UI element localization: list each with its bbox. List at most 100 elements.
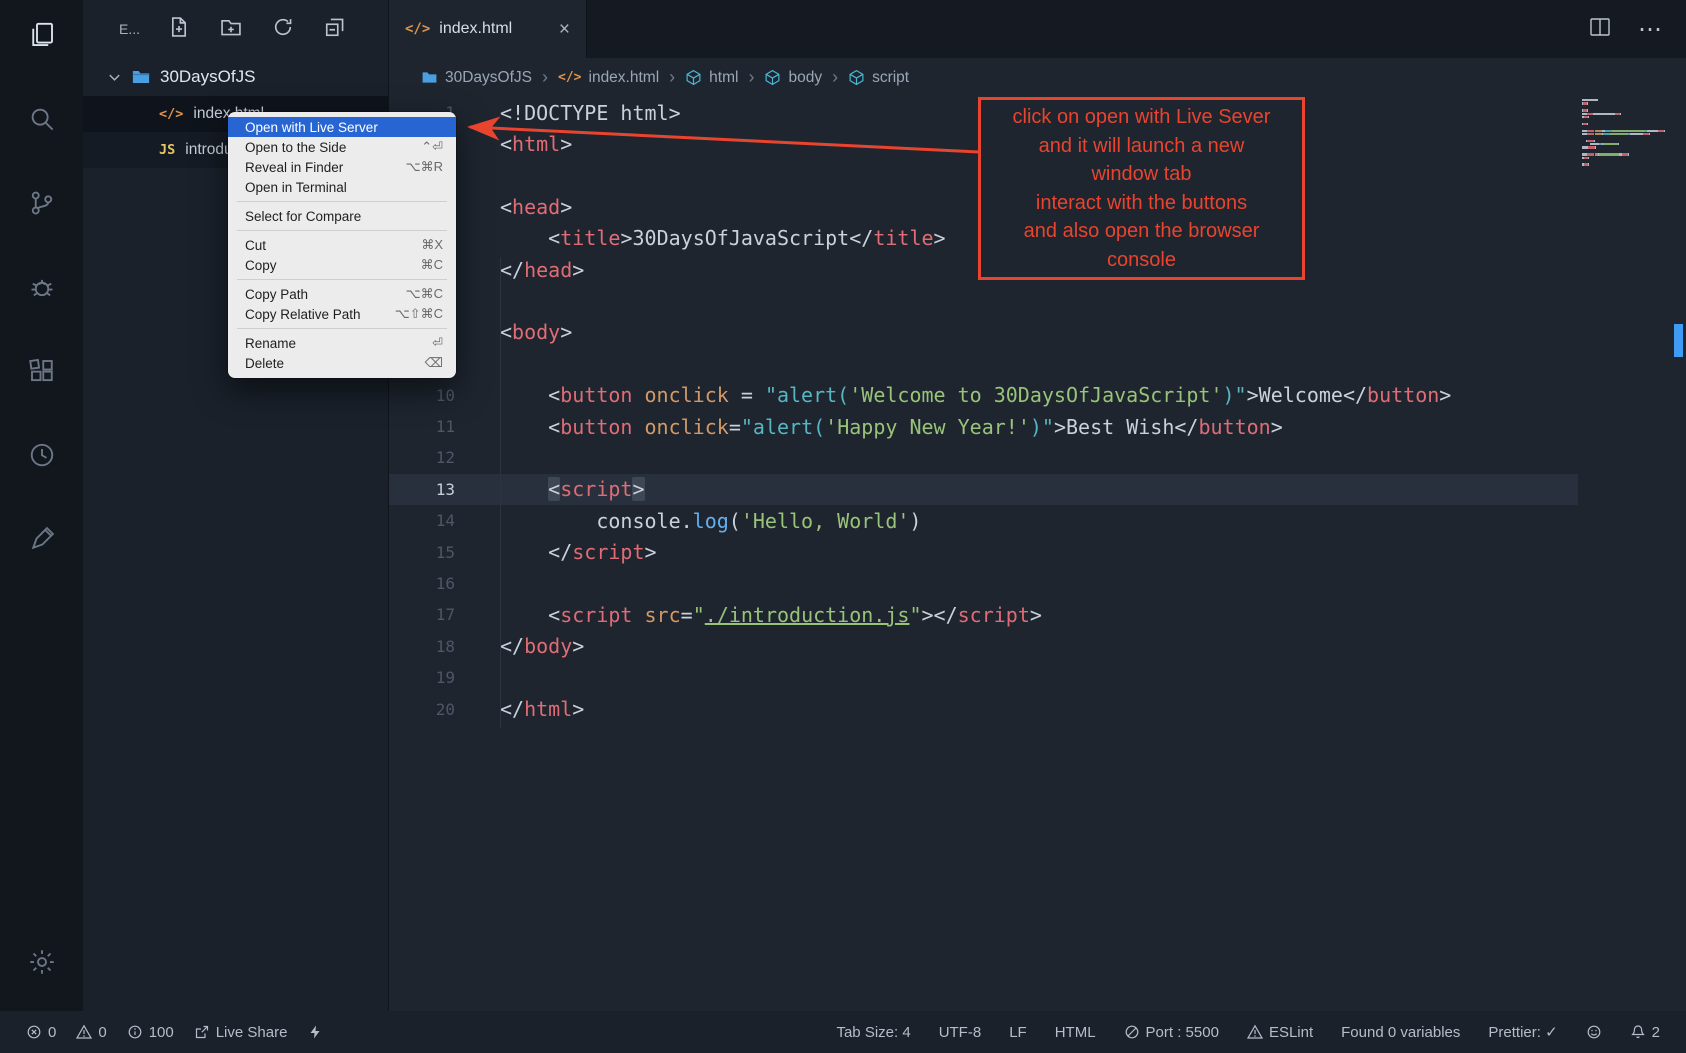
status-label: HTML xyxy=(1055,1024,1096,1041)
status-item-0[interactable]: 0 xyxy=(26,1024,56,1041)
code-token: html xyxy=(524,697,572,721)
more-actions-icon[interactable]: ⋯ xyxy=(1638,15,1664,44)
breadcrumb-item-html[interactable]: html xyxy=(685,69,738,87)
status-item-zap[interactable] xyxy=(307,1024,323,1040)
line-content: <button onclick="alert('Happy New Year!'… xyxy=(455,415,1283,439)
context-menu-item[interactable]: Select for Compare xyxy=(228,206,456,226)
status-item-found-0-variables[interactable]: Found 0 variables xyxy=(1341,1024,1460,1041)
code-token xyxy=(500,477,548,501)
context-menu-item[interactable]: Copy⌘C xyxy=(228,255,456,275)
menu-item-label: Select for Compare xyxy=(245,209,361,224)
status-label: Prettier: ✓ xyxy=(1488,1023,1557,1041)
breadcrumb-item-script[interactable]: script xyxy=(848,69,909,87)
code-token: < xyxy=(500,132,512,156)
code-token: < xyxy=(500,320,512,344)
folder-row-root[interactable]: 30DaysOfJS xyxy=(83,58,388,96)
menu-item-shortcut: ⌫ xyxy=(425,355,443,371)
code-line[interactable]: 7 xyxy=(389,285,1578,316)
new-folder-icon[interactable] xyxy=(220,16,242,43)
context-menu-item[interactable]: Cut⌘X xyxy=(228,235,456,255)
edit-session-icon[interactable] xyxy=(27,524,57,554)
status-item-tab-size-4[interactable]: Tab Size: 4 xyxy=(836,1024,910,1041)
code-line[interactable]: 10 <button onclick = "alert('Welcome to … xyxy=(389,380,1578,411)
line-number: 18 xyxy=(389,637,455,656)
menu-item-shortcut: ⌘C xyxy=(421,257,443,273)
code-line[interactable]: 11 <button onclick="alert('Happy New Yea… xyxy=(389,411,1578,442)
status-item-eslint[interactable]: ESLint xyxy=(1247,1024,1313,1041)
context-menu-item[interactable]: Open to the Side⌃⏎ xyxy=(228,137,456,157)
split-editor-icon[interactable] xyxy=(1588,15,1612,44)
html-file-icon: </> xyxy=(405,21,430,37)
source-control-icon[interactable] xyxy=(27,188,57,218)
close-tab-icon[interactable]: × xyxy=(559,20,570,39)
code-token: 'Welcome to 30DaysOfJavaScript' xyxy=(849,383,1222,407)
minimap-line xyxy=(1582,140,1672,142)
code-line[interactable]: 18</body> xyxy=(389,631,1578,662)
code-line[interactable]: 12 xyxy=(389,442,1578,473)
minimap[interactable] xyxy=(1582,99,1672,166)
debug-icon[interactable] xyxy=(27,272,57,302)
status-item-0[interactable]: 0 xyxy=(76,1024,106,1041)
line-content: <head> xyxy=(455,195,572,219)
line-number: 16 xyxy=(389,574,455,593)
new-file-icon[interactable] xyxy=(168,16,190,43)
breadcrumb-item-folder[interactable]: 30DaysOfJS xyxy=(421,69,532,87)
breadcrumb-item-file[interactable]: </> index.html xyxy=(558,69,659,87)
tab-index-html[interactable]: </> index.html × xyxy=(389,0,587,58)
code-token: > xyxy=(572,697,584,721)
code-line[interactable]: 20</html> xyxy=(389,693,1578,724)
chevron-right-icon: › xyxy=(542,67,548,88)
code-line[interactable]: 16 xyxy=(389,568,1578,599)
context-menu-item[interactable]: Reveal in Finder⌥⌘R xyxy=(228,157,456,177)
code-line[interactable]: 15 </script> xyxy=(389,536,1578,567)
status-item-live-share[interactable]: Live Share xyxy=(194,1024,288,1041)
context-menu-item[interactable]: Open with Live Server xyxy=(228,117,456,137)
explorer-icon[interactable] xyxy=(27,20,57,50)
code-line[interactable]: 19 xyxy=(389,662,1578,693)
context-menu-item[interactable]: Open in Terminal xyxy=(228,177,456,197)
status-item-smiley[interactable] xyxy=(1586,1024,1602,1040)
minimap-line xyxy=(1582,130,1672,132)
code-token: body xyxy=(512,320,560,344)
context-menu-item[interactable]: Copy Relative Path⌥⇧⌘C xyxy=(228,304,456,324)
code-token: button xyxy=(560,415,632,439)
minimap-line xyxy=(1582,119,1672,121)
status-item-prettier[interactable]: Prettier: ✓ xyxy=(1488,1023,1557,1041)
context-menu-item[interactable]: Delete⌫ xyxy=(228,353,456,373)
code-line[interactable]: 13 <script> xyxy=(389,474,1578,505)
settings-gear-icon[interactable] xyxy=(27,947,57,977)
search-icon[interactable] xyxy=(27,104,57,134)
menu-separator xyxy=(237,230,447,231)
collapse-all-icon[interactable] xyxy=(324,16,346,43)
code-line[interactable]: 17 <script src="./introduction.js"></scr… xyxy=(389,599,1578,630)
line-content: console.log('Hello, World') xyxy=(455,509,921,533)
code-line[interactable]: 9 xyxy=(389,348,1578,379)
history-icon[interactable] xyxy=(27,440,57,470)
breadcrumb-item-body[interactable]: body xyxy=(764,69,822,87)
code-token: > xyxy=(572,258,584,282)
line-content: <body> xyxy=(455,320,572,344)
status-item-html[interactable]: HTML xyxy=(1055,1024,1096,1041)
status-item-utf-8[interactable]: UTF-8 xyxy=(939,1024,982,1041)
code-token: script xyxy=(560,477,632,501)
menu-item-shortcut: ⌥⌘R xyxy=(406,159,443,175)
menu-separator xyxy=(237,328,447,329)
status-label: 100 xyxy=(149,1024,174,1041)
menu-item-label: Copy Path xyxy=(245,287,308,302)
refresh-icon[interactable] xyxy=(272,16,294,43)
context-menu-item[interactable]: Copy Path⌥⌘C xyxy=(228,284,456,304)
line-number: 19 xyxy=(389,668,455,687)
menu-item-shortcut: ⌃⏎ xyxy=(421,139,443,155)
context-menu-item[interactable]: Rename⏎ xyxy=(228,333,456,353)
code-line[interactable]: 8<body> xyxy=(389,317,1578,348)
status-item-lf[interactable]: LF xyxy=(1009,1024,1027,1041)
status-item-port-5500[interactable]: Port : 5500 xyxy=(1124,1024,1219,1041)
extensions-icon[interactable] xyxy=(27,356,57,386)
html-file-icon: </> xyxy=(558,70,581,85)
code-token: button xyxy=(560,383,632,407)
code-token: > xyxy=(632,477,644,501)
code-line[interactable]: 14 console.log('Hello, World') xyxy=(389,505,1578,536)
status-item-2[interactable]: 2 xyxy=(1630,1024,1660,1041)
tab-bar: </> index.html × ⋯ xyxy=(389,0,1686,58)
status-item-100[interactable]: 100 xyxy=(127,1024,174,1041)
